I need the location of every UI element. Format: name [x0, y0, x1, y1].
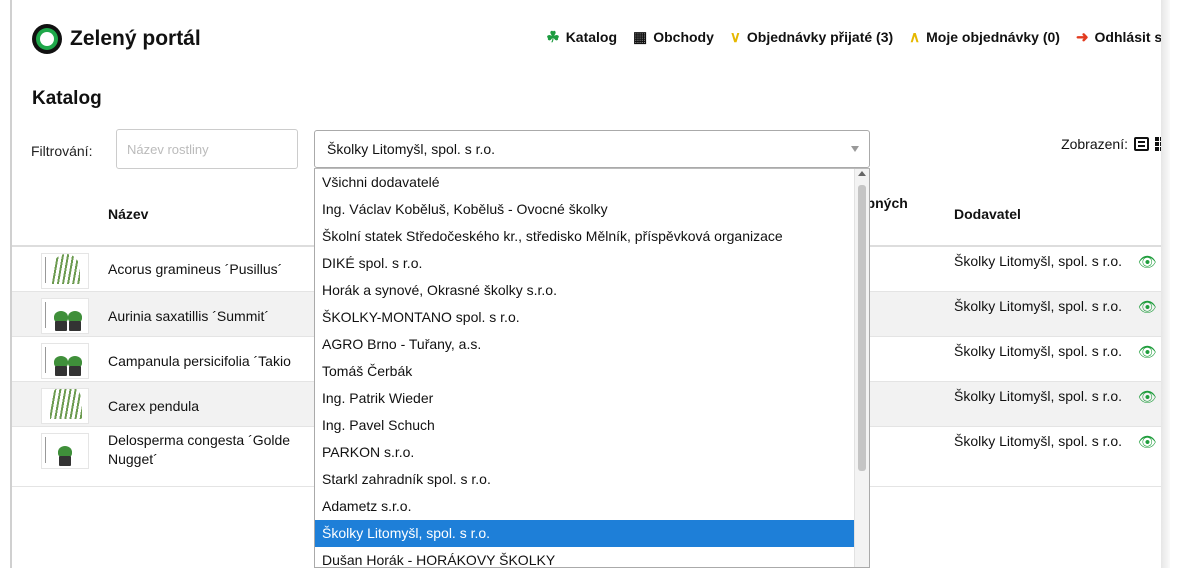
scroll-up-arrow-icon[interactable] [858, 171, 866, 176]
nav-shops-label: Obchody [653, 29, 714, 45]
page-title: Katalog [32, 88, 102, 109]
dropdown-option[interactable]: DIKÉ spol. s r.o. [315, 250, 869, 277]
dropdown-option[interactable]: Školní statek Středočeského kr., středis… [315, 223, 869, 250]
dropdown-option[interactable]: Ing. Patrik Wieder [315, 385, 869, 412]
filter-label: Filtrování: [31, 143, 93, 159]
nav-my-orders-label: Moje objednávky (0) [926, 29, 1060, 45]
plant-thumbnail[interactable] [41, 343, 89, 379]
app-window: Zelený portál ☘ Katalog ▦ Obchody ∨ Obje… [10, 0, 1170, 568]
dropdown-option[interactable]: ŠKOLKY-MONTANO spol. s r.o. [315, 304, 869, 331]
plant-name[interactable]: Aurinia saxatillis ´Summit´ [108, 307, 269, 326]
eye-icon[interactable]: 👁 [1138, 253, 1157, 271]
plant-icon: ☘ [546, 29, 560, 46]
dropdown-option[interactable]: Adametz s.r.o. [315, 493, 869, 520]
double-chevron-down-icon: ∨ [729, 29, 741, 46]
eye-icon[interactable]: 👁 [1138, 298, 1157, 316]
dropdown-option[interactable]: Starkl zahradník spol. s r.o. [315, 466, 869, 493]
list-view-icon[interactable] [1134, 137, 1149, 151]
view-toggle: Zobrazení: [1061, 136, 1170, 152]
main-nav: ☘ Katalog ▦ Obchody ∨ Objednávky přijaté… [530, 28, 1170, 46]
supplier-name: Školky Litomyšl, spol. s r.o. [954, 253, 1123, 269]
logout-icon: ➜ [1075, 29, 1089, 46]
plant-name-input[interactable] [116, 129, 298, 169]
dropdown-option[interactable]: Dušan Horák - HORÁKOVY ŠKOLKY [315, 547, 869, 567]
dropdown-option-selected[interactable]: Školky Litomyšl, spol. s r.o. [315, 520, 869, 547]
window-edge-shadow [1161, 0, 1170, 568]
dropdown-option[interactable]: Všichni dodavatelé [315, 169, 869, 196]
plant-thumbnail[interactable] [41, 298, 89, 334]
plant-name[interactable]: Acorus gramineus ´Pusillus´ [108, 260, 282, 279]
dropdown-option[interactable]: Ing. Pavel Schuch [315, 412, 869, 439]
plant-thumbnail[interactable] [41, 433, 89, 469]
circle-logo-icon [32, 24, 62, 54]
eye-icon[interactable]: 👁 [1138, 388, 1157, 406]
supplier-select-value: Školky Litomyšl, spol. s r.o. [327, 141, 496, 157]
nav-my-orders[interactable]: ∧ Moje objednávky (0) [909, 28, 1060, 46]
nav-catalog-label: Katalog [565, 29, 618, 45]
eye-icon[interactable]: 👁 [1138, 433, 1157, 451]
dropdown-option[interactable]: Tomáš Čerbák [315, 358, 869, 385]
scrollbar-thumb[interactable] [858, 185, 866, 471]
view-label: Zobrazení: [1061, 136, 1128, 152]
column-header-supplier[interactable]: Dodavatel [954, 206, 1021, 222]
nav-orders-received[interactable]: ∨ Objednávky přijaté (3) [730, 28, 893, 46]
plant-name[interactable]: Delosperma congesta ´Golde Nugget´ [108, 431, 308, 469]
dropdown-arrow-icon [851, 146, 859, 152]
nav-orders-received-label: Objednávky přijaté (3) [746, 29, 894, 45]
supplier-select[interactable]: Školky Litomyšl, spol. s r.o. [314, 130, 870, 168]
dropdown-option[interactable]: PARKON s.r.o. [315, 439, 869, 466]
plant-thumbnail[interactable] [41, 253, 89, 289]
double-chevron-up-icon: ∧ [909, 29, 921, 46]
app-title: Zelený portál [70, 27, 201, 50]
supplier-name: Školky Litomyšl, spol. s r.o. [954, 433, 1123, 449]
plant-name[interactable]: Carex pendula [108, 397, 199, 416]
nav-logout[interactable]: ➜ Odhlásit se [1076, 28, 1170, 46]
supplier-dropdown-list: Všichni dodavatelé Ing. Václav Koběluš, … [314, 168, 870, 568]
supplier-name: Školky Litomyšl, spol. s r.o. [954, 298, 1123, 314]
dropdown-scrollbar[interactable] [854, 169, 869, 567]
nav-catalog[interactable]: ☘ Katalog [546, 28, 617, 46]
dropdown-option[interactable]: Ing. Václav Koběluš, Koběluš - Ovocné šk… [315, 196, 869, 223]
logo[interactable]: Zelený portál [32, 24, 201, 54]
nav-logout-label: Odhlásit se [1094, 29, 1170, 45]
eye-icon[interactable]: 👁 [1138, 343, 1157, 361]
plant-name[interactable]: Campanula persicifolia ´Takio [108, 352, 291, 371]
plant-thumbnail[interactable] [41, 388, 89, 424]
nav-shops[interactable]: ▦ Obchody [633, 28, 714, 46]
column-header-name[interactable]: Název [108, 206, 148, 222]
shop-icon: ▦ [633, 29, 648, 46]
dropdown-option[interactable]: Horák a synové, Okrasné školky s.r.o. [315, 277, 869, 304]
supplier-name: Školky Litomyšl, spol. s r.o. [954, 388, 1123, 404]
dropdown-option[interactable]: AGRO Brno - Tuřany, a.s. [315, 331, 869, 358]
supplier-name: Školky Litomyšl, spol. s r.o. [954, 343, 1123, 359]
